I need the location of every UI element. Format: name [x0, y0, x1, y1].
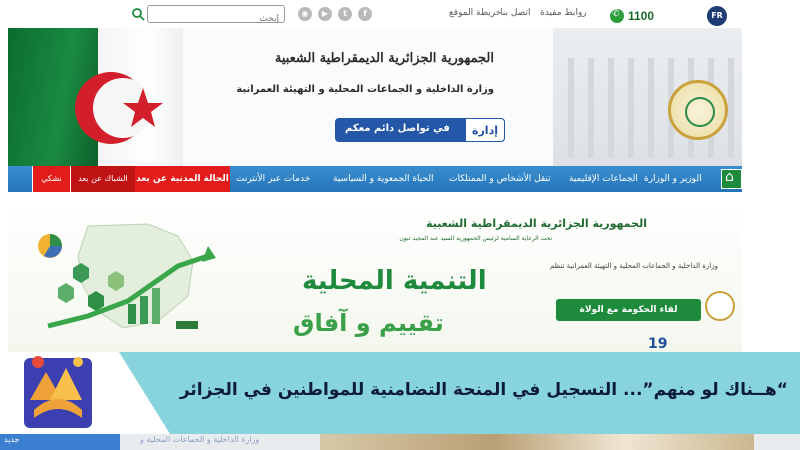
- nav-item-minister[interactable]: الوزير و الوزارة: [644, 166, 702, 192]
- news-headline: “هــناك لو منهم”... التسجيل في المنحة ال…: [179, 380, 788, 400]
- poster-headline-local-development: التنمية المحلية: [302, 266, 487, 296]
- link-contact-us[interactable]: اتصل بنا: [500, 8, 530, 18]
- poster-headline-evaluation: تقييم و آفاق: [293, 309, 444, 337]
- idara-banner-tag: إدارة: [465, 118, 505, 142]
- peek-article-text: وزارة الداخلية و الجماعات المحلية و: [140, 435, 260, 444]
- poster-event-logo: [705, 291, 735, 321]
- ministry-title: وزارة الداخلية و الجماعات المحلية و الته…: [236, 84, 494, 95]
- nav-item-mobility[interactable]: تنقل الأشخاص و الممتلكات: [449, 166, 551, 192]
- home-icon[interactable]: [721, 169, 742, 189]
- nav-item-complaint[interactable]: نشكي: [32, 166, 70, 192]
- crescent-star-icon: [75, 72, 163, 144]
- top-utility-bar: FR 1100 روابط مفيدة اتصل بنا خريطة الموق…: [0, 0, 800, 30]
- idara-banner[interactable]: في تواصل دائم معكم إدارة: [335, 118, 505, 142]
- site-header-banner: الجمهورية الجزائرية الديمقراطية الشعبية …: [8, 28, 742, 166]
- algeria-map-illustration: [38, 223, 216, 329]
- link-sitemap[interactable]: خريطة الموقع: [449, 8, 501, 18]
- nav-item-online-services[interactable]: خدمات عبر الأنترنت: [236, 166, 310, 192]
- poster-ministry-line: وزارة الداخلية و الجماعات المحلية و الته…: [550, 262, 718, 270]
- facebook-icon[interactable]: f: [358, 7, 372, 21]
- event-poster-image[interactable]: الجمهورية الجزائرية الديمقراطية الشعبية …: [8, 202, 742, 352]
- twitter-icon[interactable]: t: [338, 7, 352, 21]
- new-badge: جديد: [4, 435, 20, 444]
- nav-item-territorial[interactable]: الجماعات الإقليمية: [569, 166, 638, 192]
- main-navigation: الوزير و الوزارة الجماعات الإقليمية تنقل…: [8, 166, 742, 192]
- nav-item-remote-desk[interactable]: الشباك عن بعد: [70, 166, 135, 192]
- poster-patronage-line: تحت الرعاية السامية لرئيس الجمهورية السي…: [399, 235, 552, 242]
- hotline: 1100: [610, 8, 654, 24]
- poster-date: 19: [648, 336, 668, 352]
- republic-title: الجمهورية الجزائرية الديمقراطية الشعبية: [274, 51, 494, 66]
- idara-banner-text: في تواصل دائم معكم: [345, 123, 450, 134]
- search-field[interactable]: [147, 5, 285, 27]
- channel-brand-logo: [24, 356, 92, 428]
- language-switch-fr[interactable]: FR: [707, 6, 727, 26]
- algerian-flag-image: [8, 28, 183, 166]
- link-useful-links[interactable]: روابط مفيدة: [540, 8, 587, 18]
- peek-article-photo: [320, 434, 754, 450]
- nav-item-civil-status[interactable]: الحالة المدنية عن بعد: [135, 166, 230, 192]
- search-input[interactable]: [148, 11, 284, 27]
- youtube-icon[interactable]: ▶: [318, 7, 332, 21]
- poster-meeting-banner: لقاء الحكومة مع الولاة: [556, 299, 701, 321]
- national-emblem-logo: [668, 80, 728, 140]
- hotline-number: 1100: [628, 9, 655, 23]
- phone-icon: [610, 9, 624, 23]
- search-icon[interactable]: [131, 7, 145, 21]
- nav-item-associative[interactable]: الحياة الجمعوية و السياسية: [333, 166, 434, 192]
- rss-icon[interactable]: ◉: [298, 7, 312, 21]
- next-article-peek: جديد وزارة الداخلية و الجماعات المحلية و: [0, 434, 800, 450]
- poster-republic-title: الجمهورية الجزائرية الديمقراطية الشعبية: [426, 217, 647, 230]
